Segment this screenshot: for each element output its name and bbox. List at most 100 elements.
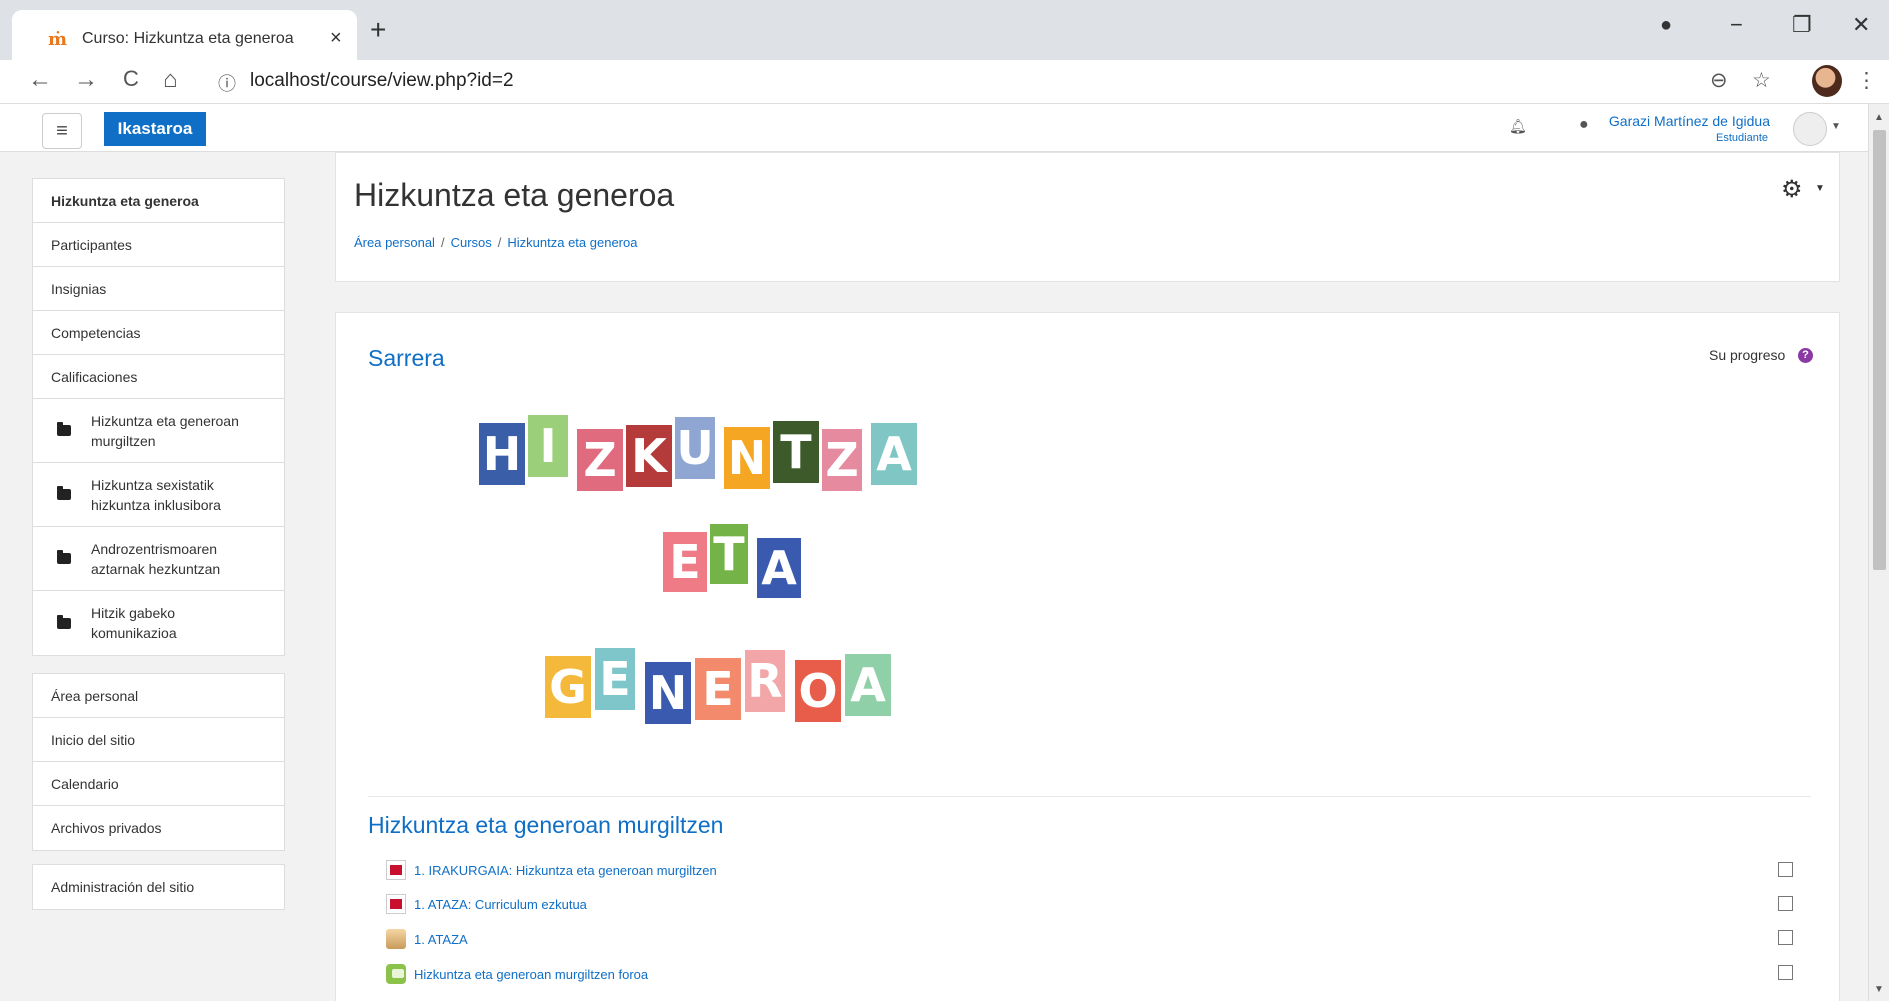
page-header: Hizkuntza eta generoa Área personal / Curs… [335, 152, 1840, 282]
browser-tab-strip: ṁ Curso: Hizkuntza eta generoa × + ● − ❐… [0, 0, 1889, 60]
sidebar-item-section-3[interactable]: Androzentrismoaren aztarnak hezkuntzan [33, 527, 284, 591]
restore-button[interactable]: ❐ [1792, 12, 1812, 38]
activity-label[interactable]: 1. ATAZA: Curriculum ezkutua [414, 897, 587, 912]
scroll-thumb[interactable] [1873, 130, 1886, 570]
course-navigation: Hizkuntza eta generoa Participantes Insi… [32, 178, 285, 656]
banner-letter-tile: E [663, 532, 707, 592]
drawer-toggle-button[interactable]: ≡ [42, 113, 82, 149]
notifications-bell-icon[interactable]: 🔔︎ [1509, 118, 1527, 135]
user-avatar[interactable] [1793, 112, 1827, 146]
course-content: Sarrera Su progreso ? HIZKUNTZAETAGENERO… [335, 312, 1840, 1001]
completion-checkbox[interactable] [1778, 965, 1793, 980]
sidebar-item-course[interactable]: Hizkuntza eta generoa [33, 179, 284, 223]
folder-icon [57, 486, 71, 500]
sidebar-item-calendar[interactable]: Calendario [33, 762, 284, 806]
info-icon[interactable]: ⓘ [218, 70, 236, 96]
banner-letter-tile: O [795, 660, 841, 722]
folder-icon [57, 614, 71, 629]
breadcrumb-separator: / [440, 235, 445, 250]
banner-letter-tile: T [710, 524, 748, 584]
user-name[interactable]: Garazi Martínez de Igidua [1600, 113, 1770, 129]
completion-checkbox[interactable] [1778, 896, 1793, 911]
forum-icon [386, 964, 406, 984]
sidebar-item-grades[interactable]: Calificaciones [33, 355, 284, 399]
extension-icon[interactable]: ● [1660, 14, 1672, 37]
sidebar-section-label: Hizkuntza eta generoan murgiltzen [91, 412, 239, 449]
assignment-icon [386, 929, 406, 949]
back-button[interactable]: ← [28, 66, 52, 94]
completion-checkbox[interactable] [1778, 862, 1793, 877]
page-scrollbar[interactable]: ▲ ▼ [1868, 104, 1889, 1001]
breadcrumb-item-dashboard[interactable]: Área personal [354, 235, 435, 250]
scroll-down-icon[interactable]: ▼ [1874, 984, 1884, 995]
zoom-icon[interactable]: ⊖ [1710, 68, 1728, 93]
bookmark-star-icon[interactable]: ☆ [1752, 68, 1771, 93]
banner-letter-tile: U [675, 417, 715, 479]
url-field[interactable]: localhost/course/view.php?id=2 [250, 70, 514, 92]
completion-checkbox[interactable] [1778, 930, 1793, 945]
activity-label[interactable]: Hizkuntza eta generoan murgiltzen foroa [414, 967, 648, 982]
folder-icon [57, 422, 71, 436]
sidebar-item-competencies[interactable]: Competencias [33, 311, 284, 355]
gear-icon[interactable]: ⚙ [1781, 175, 1803, 204]
breadcrumb-item-course[interactable]: Hizkuntza eta generoa [507, 235, 637, 250]
forward-button[interactable]: → [74, 66, 98, 94]
messages-chat-icon[interactable]: ● [1579, 116, 1589, 134]
moodle-icon: ṁ [48, 29, 68, 50]
banner-letter-tile: E [695, 658, 741, 720]
banner-letter-tile: H [479, 423, 525, 485]
banner-letter-tile: A [845, 654, 891, 716]
close-window-button[interactable]: ✕ [1852, 12, 1870, 38]
activity-assignment[interactable]: 1. ATAZA [386, 927, 468, 951]
progress-label: Su progreso [1709, 347, 1786, 363]
close-tab-icon[interactable]: × [330, 27, 342, 50]
home-button[interactable]: ⌂ [163, 66, 178, 94]
banner-letter-tile: T [773, 421, 819, 483]
sidebar-item-section-1[interactable]: Hizkuntza eta generoan murgiltzen [33, 399, 284, 463]
banner-letter-tile: N [724, 427, 770, 489]
minimize-button[interactable]: − [1730, 12, 1743, 38]
banner-letter-tile: K [626, 425, 672, 487]
browser-menu-icon[interactable]: ⋮ [1856, 68, 1877, 93]
sidebar-item-private-files[interactable]: Archivos privados [33, 806, 284, 850]
activity-reading[interactable]: 1. IRAKURGAIA: Hizkuntza eta generoan mu… [386, 858, 717, 882]
sidebar-item-site-home[interactable]: Inicio del sitio [33, 718, 284, 762]
intro-section-title[interactable]: Sarrera [368, 345, 445, 372]
banner-letter-tile: G [545, 656, 591, 718]
sidebar-item-participants[interactable]: Participantes [33, 223, 284, 267]
activity-task-curriculum[interactable]: 1. ATAZA: Curriculum ezkutua [386, 892, 587, 916]
pdf-icon [386, 860, 406, 880]
site-brand-link[interactable]: Ikastaroa [104, 112, 206, 146]
reload-button[interactable]: C [123, 66, 139, 92]
sidebar-section-label: Androzentrismoaren aztarnak hezkuntzan [91, 540, 221, 577]
banner-letter-tile: A [871, 423, 917, 485]
help-icon[interactable]: ? [1798, 348, 1813, 363]
banner-letter-tile: E [595, 648, 635, 710]
browser-toolbar: ← → C ⌂ ⓘ localhost/course/view.php?id=2… [0, 60, 1889, 104]
user-role: Estudiante [1716, 132, 1768, 144]
chevron-down-icon[interactable]: ▼ [1831, 121, 1841, 132]
sidebar-item-section-4[interactable]: Hitzik gabeko komunikazioa [33, 591, 284, 655]
sidebar-item-section-2[interactable]: Hizkuntza sexistatik hizkuntza inklusibo… [33, 463, 284, 527]
activity-label[interactable]: 1. ATAZA [414, 932, 468, 947]
sidebar-item-dashboard[interactable]: Área personal [33, 674, 284, 718]
activity-label[interactable]: 1. IRAKURGAIA: Hizkuntza eta generoan mu… [414, 863, 717, 878]
site-navigation: Área personal Inicio del sitio Calendari… [32, 673, 285, 851]
sidebar-item-site-admin[interactable]: Administración del sitio [33, 865, 284, 909]
scroll-up-icon[interactable]: ▲ [1874, 112, 1884, 123]
banner-letter-tile: I [528, 415, 568, 477]
activity-forum[interactable]: Hizkuntza eta generoan murgiltzen foroa [386, 962, 648, 986]
section-title-murgiltzen[interactable]: Hizkuntza eta generoan murgiltzen [368, 812, 723, 839]
banner-letter-tile: N [645, 662, 691, 724]
folder-icon [57, 550, 71, 564]
breadcrumb-separator: / [497, 235, 502, 250]
breadcrumb-item-courses[interactable]: Cursos [451, 235, 492, 250]
browser-tab[interactable]: ṁ Curso: Hizkuntza eta generoa × [12, 10, 357, 60]
profile-avatar[interactable] [1812, 65, 1842, 97]
chevron-down-icon[interactable]: ▼ [1815, 183, 1825, 194]
breadcrumb: Área personal / Cursos / Hizkuntza eta gener… [354, 235, 637, 250]
banner-letter-tile: A [757, 538, 801, 598]
new-tab-button[interactable]: + [370, 14, 386, 46]
pdf-icon [386, 894, 406, 914]
sidebar-item-badges[interactable]: Insignias [33, 267, 284, 311]
